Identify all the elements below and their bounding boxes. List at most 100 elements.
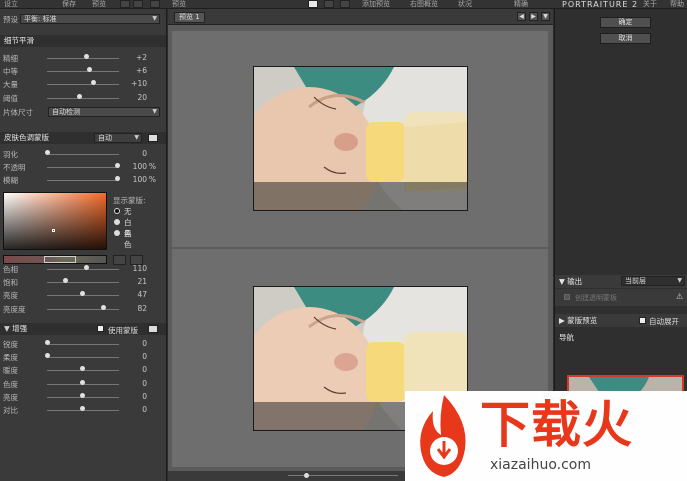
skin-adjust-row-label: 亮度 <box>3 291 18 301</box>
cancel-button[interactable]: 取消 <box>600 33 651 44</box>
skin-row-slider-track[interactable] <box>47 167 119 169</box>
show-mask-label: 显示蒙版: <box>113 196 146 205</box>
output-title: 输出 <box>567 277 583 286</box>
skin-adjust-row-label: 色相 <box>3 265 18 274</box>
menu-arrow-icon[interactable]: ▼ <box>541 12 550 21</box>
enhance-section-header[interactable]: ▼ 增强 <box>0 323 166 335</box>
skin-adjust-row-slider-knob[interactable] <box>101 304 106 310</box>
skin-adjust-row-value[interactable]: 47 <box>117 290 147 299</box>
skin-row-value[interactable]: 100 <box>117 162 147 171</box>
enhance-row-label: 亮度 <box>3 392 18 402</box>
detail-row-slider-knob[interactable] <box>90 80 96 86</box>
single-view-button[interactable] <box>308 0 318 8</box>
redo-button[interactable] <box>133 0 143 8</box>
transparent-checkbox[interactable] <box>564 294 570 300</box>
next-arrow-icon[interactable]: ▶ <box>529 12 538 21</box>
enhance-row-value[interactable]: 0 <box>117 392 147 401</box>
skin-row-value[interactable]: 100 <box>117 175 147 184</box>
zoom-slider-knob[interactable] <box>304 473 309 478</box>
skin-row-unit: % <box>148 175 156 185</box>
enhance-row-0: 锐度 0 <box>0 338 166 350</box>
skin-adjust-row-slider-track[interactable] <box>47 269 119 270</box>
skin-adjust-row-3: 亮度度 82 <box>0 303 166 315</box>
add-preview-button[interactable]: 添加预览 <box>362 0 390 9</box>
detail-row-slider-track[interactable] <box>47 58 119 59</box>
eyedropper-toggle-button[interactable] <box>148 134 158 142</box>
skin-row-label: 不透明 <box>3 163 26 173</box>
enhance-row-slider-knob[interactable] <box>45 340 50 345</box>
about-button[interactable]: 关于 <box>643 0 657 9</box>
feature-size-row: 片体尺寸 自动检测 ▼ <box>0 106 166 118</box>
output-select[interactable]: 当前层 ▼ <box>621 276 685 286</box>
color-marker[interactable] <box>52 229 55 232</box>
detail-row-value[interactable]: 20 <box>117 93 147 102</box>
detail-row-slider-track[interactable] <box>47 71 119 73</box>
skin-adjust-row-slider-track[interactable] <box>47 308 119 310</box>
enhance-row-1: 柔度 0 <box>0 351 166 363</box>
status-radio[interactable]: 状况 <box>458 0 472 9</box>
hue-range-handle[interactable] <box>44 256 76 263</box>
enhance-row-value[interactable]: 0 <box>117 405 147 414</box>
detail-row-slider-knob[interactable] <box>83 54 89 59</box>
output-value: 当前层 <box>625 277 646 285</box>
skin-adjust-row-slider-track[interactable] <box>47 282 119 284</box>
enhance-row-label: 对比 <box>3 406 18 415</box>
skin-adjust-row-slider-knob[interactable] <box>62 278 68 284</box>
split-vertical-button[interactable] <box>340 0 350 8</box>
precise-radio[interactable]: 精确 <box>514 0 528 9</box>
enhance-row-slider-track[interactable] <box>47 344 119 345</box>
skin-mask-title: 皮肤色调蒙版 <box>4 133 49 142</box>
ok-button[interactable]: 确定 <box>600 17 651 28</box>
detail-section-header[interactable]: 细节平滑 <box>0 35 166 47</box>
enhance-row-value[interactable]: 0 <box>117 365 147 374</box>
enhance-row-value[interactable]: 0 <box>117 339 147 348</box>
detail-row-value[interactable]: +2 <box>117 53 147 62</box>
help-button[interactable]: 帮助 <box>670 0 684 9</box>
enhance-row-slider-knob[interactable] <box>80 392 85 398</box>
chevron-down-icon: ▼ <box>152 108 157 115</box>
overview-button[interactable]: 右图概览 <box>410 0 438 9</box>
preview-pane-original[interactable] <box>172 31 548 247</box>
detail-row-value[interactable]: +10 <box>117 79 147 88</box>
undo-button[interactable] <box>120 0 130 8</box>
enhance-row-label: 锐度 <box>3 340 18 349</box>
skin-adjust-row-slider-knob[interactable] <box>83 265 89 270</box>
tab-preview-1[interactable]: 预览 1 <box>174 12 205 23</box>
detail-row-slider-knob[interactable] <box>76 93 82 99</box>
skin-row-value[interactable]: 0 <box>117 149 147 158</box>
skin-row-slider-track[interactable] <box>47 154 119 155</box>
enhance-row-slider-knob[interactable] <box>80 379 85 385</box>
mask-preview-title: 蒙版预览 <box>567 316 598 325</box>
navigator-section-header[interactable]: 导航 <box>555 331 687 344</box>
enhance-row-4: 亮度 0 <box>0 391 166 403</box>
skin-row-slider-knob[interactable] <box>45 150 50 155</box>
feature-size-select[interactable]: 自动检测 ▼ <box>48 107 160 117</box>
use-mask-checkbox[interactable] <box>97 325 104 332</box>
preset-label: 预设 <box>3 15 18 24</box>
enhance-toggle-button[interactable] <box>148 325 158 333</box>
skin-adjust-row-value[interactable]: 110 <box>117 264 147 273</box>
prev-arrow-icon[interactable]: ◀ <box>517 12 526 21</box>
transparent-row: 创建透明蒙板 ⚠ <box>555 289 687 306</box>
skin-row-slider-track[interactable] <box>47 180 119 182</box>
skin-adjust-row-value[interactable]: 82 <box>117 304 147 313</box>
detail-row-value[interactable]: +6 <box>117 66 147 75</box>
skin-color-picker[interactable] <box>3 192 107 250</box>
skin-mode-select[interactable]: 自动 ▼ <box>94 133 142 143</box>
setup-menu[interactable]: 设立 <box>4 0 18 9</box>
enhance-row-slider-track[interactable] <box>47 357 119 359</box>
preview-menu[interactable]: 预览 <box>92 0 106 9</box>
detail-row-slider-track[interactable] <box>47 84 119 86</box>
save-menu[interactable]: 保存 <box>62 0 76 9</box>
detail-row-slider-track[interactable] <box>47 97 119 99</box>
preset-select[interactable]: 平衡: 标准 ▼ <box>20 14 160 24</box>
enhance-row-value[interactable]: 0 <box>117 352 147 361</box>
split-horizontal-button[interactable] <box>324 0 334 8</box>
feature-size-label: 片体尺寸 <box>3 108 33 117</box>
enhance-row-slider-knob[interactable] <box>80 406 85 411</box>
skin-adjust-row-value[interactable]: 21 <box>117 277 147 286</box>
skin-row-unit: % <box>148 162 156 172</box>
history-button[interactable] <box>150 0 160 8</box>
auto-expand-checkbox[interactable] <box>639 317 646 324</box>
enhance-row-value[interactable]: 0 <box>117 379 147 388</box>
